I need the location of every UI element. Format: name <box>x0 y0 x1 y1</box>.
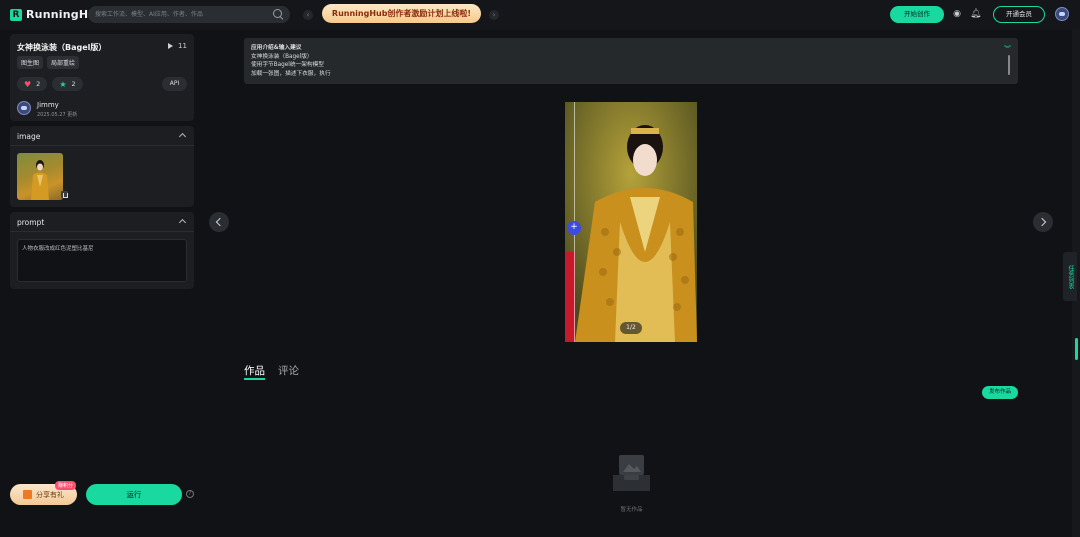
image-section-title: image <box>17 132 41 141</box>
tab-comments[interactable]: 评论 <box>278 363 299 378</box>
vip-button[interactable]: 开通会员 <box>993 6 1045 23</box>
update-date: 2025.05.27 更新 <box>37 112 78 118</box>
search-icon[interactable] <box>273 9 282 18</box>
promo-banner[interactable]: RunningHub创作者激励计划上线啦! <box>322 4 481 23</box>
like-button[interactable]: ♥ 2 <box>17 77 48 91</box>
author-avatar[interactable] <box>17 101 31 115</box>
app-intro-box: 应用介绍&输入建议 女神换泳装（Bagel版） 使用字节Bagel统一架构模型 … <box>244 38 1018 84</box>
intro-line: 女神换泳装（Bagel版） <box>251 53 313 60</box>
image-section: image <box>10 126 194 207</box>
logo-mark-icon: R <box>10 8 22 21</box>
image-section-header[interactable]: image <box>10 126 194 146</box>
prev-image-button[interactable] <box>209 212 229 232</box>
tab-works[interactable]: 作品 <box>244 363 265 380</box>
favorite-button[interactable]: ★ 2 <box>52 77 83 91</box>
uploaded-image-thumbnail[interactable] <box>17 153 63 200</box>
chevron-up-icon[interactable] <box>178 132 187 141</box>
like-count: 2 <box>36 80 41 88</box>
result-preview-image[interactable] <box>565 102 697 342</box>
intro-heading: 应用介绍&输入建议 <box>251 45 302 51</box>
heart-icon: ♥ <box>24 79 32 89</box>
empty-state-icon <box>613 455 650 491</box>
author-name[interactable]: Jimmy <box>37 101 59 109</box>
discord-icon[interactable]: ◉ <box>952 9 962 19</box>
tag-item[interactable]: 局部重绘 <box>47 56 80 69</box>
prompt-section-header[interactable]: prompt <box>10 212 194 232</box>
empty-state-text: 暂无作品 <box>620 507 643 513</box>
run-count: 11 <box>168 42 187 50</box>
gift-icon <box>23 490 32 499</box>
banner-next-icon[interactable]: › <box>489 10 499 20</box>
intro-scrollbar[interactable] <box>1008 55 1010 75</box>
page-scrollbar-thumb[interactable] <box>1075 338 1078 360</box>
thumbnail-figure <box>31 160 49 200</box>
share-badge: 赚积分 <box>55 481 77 490</box>
publish-work-button[interactable]: 发布作品 <box>982 386 1018 399</box>
intro-line: 使用字节Bagel统一架构模型 <box>251 62 324 69</box>
prompt-input[interactable]: 人物衣服改成红色泥塑比基尼 <box>17 239 187 282</box>
preview-figure <box>565 102 697 342</box>
tag-item[interactable]: 图生图 <box>17 56 44 69</box>
page-indicator: 1/2 <box>620 322 642 334</box>
user-avatar[interactable] <box>1055 7 1069 21</box>
chevron-up-icon[interactable] <box>178 218 187 227</box>
play-icon <box>168 43 173 49</box>
reaction-pills: ♥ 2 ★ 2 <box>17 77 83 91</box>
app-info-panel: 女神换泳装（Bagel版） 11 图生图 局部重绘 ♥ 2 ★ 2 API Ji… <box>10 34 194 121</box>
task-list-tab[interactable]: 任务列表 <box>1063 252 1077 301</box>
bell-icon[interactable]: 🔔︎ <box>970 9 981 19</box>
prompt-section: prompt 人物衣服改成红色泥塑比基尼 <box>10 212 194 289</box>
share-label: 分享有礼 <box>36 490 64 499</box>
expand-chevron-icon[interactable]: ︾ <box>1004 44 1011 54</box>
tag-list: 图生图 局部重绘 <box>17 56 80 69</box>
compare-handle[interactable]: + <box>567 221 581 235</box>
banner-prev-icon[interactable]: ‹ <box>303 10 313 20</box>
star-icon: ★ <box>59 79 67 89</box>
next-image-button[interactable] <box>1033 212 1053 232</box>
run-button[interactable]: 运行 <box>86 484 182 505</box>
run-count-value: 11 <box>178 42 187 50</box>
trash-icon[interactable] <box>61 191 68 198</box>
top-bar: R RunningHUB ‹ RunningHub创作者激励计划上线啦! › 开… <box>0 0 1080 30</box>
search-input[interactable] <box>88 6 290 23</box>
intro-line: 加载一张图，描述下衣服，执行 <box>251 70 331 77</box>
favorite-count: 2 <box>71 80 76 88</box>
help-icon[interactable]: ? <box>186 490 194 498</box>
app-title: 女神换泳装（Bagel版） <box>17 43 107 52</box>
prompt-section-title: prompt <box>17 218 45 227</box>
start-create-button[interactable]: 开始创作 <box>890 6 944 23</box>
api-button[interactable]: API <box>162 77 187 91</box>
